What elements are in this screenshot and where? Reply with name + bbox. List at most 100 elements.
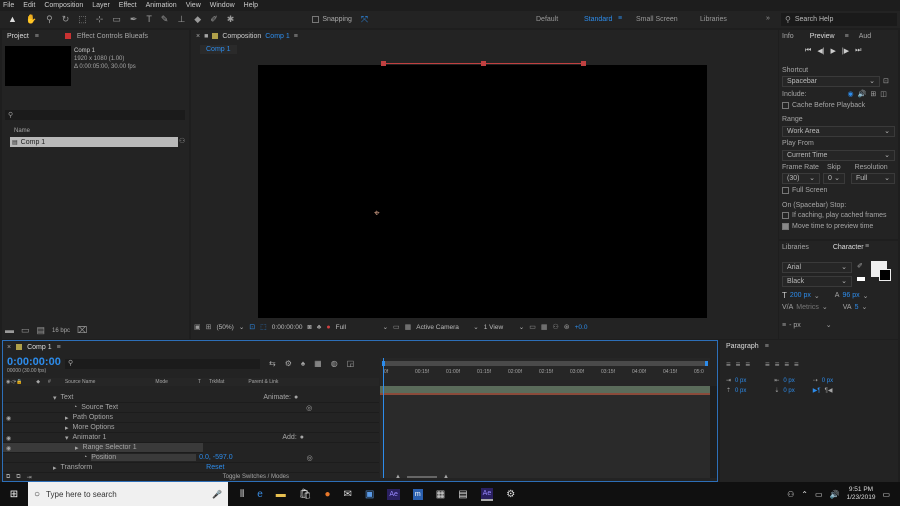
microphone-icon[interactable]: 🎤 xyxy=(212,490,222,499)
prev-frame-icon[interactable]: ◀| xyxy=(817,47,824,55)
row-twirl-icon[interactable]: ▸ xyxy=(53,464,57,472)
menu-layer[interactable]: Layer xyxy=(92,2,110,9)
include-audio-icon[interactable]: 🔊 xyxy=(858,90,867,98)
clone-stamp-tool-icon[interactable]: ⊥ xyxy=(177,15,185,24)
resolution-select[interactable]: Full xyxy=(336,324,378,331)
move-time-row[interactable]: Move time to preview time xyxy=(782,223,873,230)
col-parent[interactable]: Parent & Link xyxy=(248,379,278,385)
roto-brush-tool-icon[interactable]: ✐ xyxy=(210,15,218,24)
workspace-standard[interactable]: Standard xyxy=(584,16,612,23)
timeline-close-icon[interactable]: × xyxy=(7,344,11,351)
camera-tool-icon[interactable]: ⬚ xyxy=(78,15,87,24)
track-area[interactable] xyxy=(380,358,710,478)
trash-icon[interactable]: ⌧ xyxy=(77,326,87,335)
graph-editor-icon[interactable]: ◲ xyxy=(347,359,355,368)
stopwatch-icon[interactable]: ◔ xyxy=(73,404,77,411)
indent-first-value[interactable]: 0 px xyxy=(822,376,833,386)
rectangle-tool-icon[interactable]: ▭ xyxy=(112,15,121,24)
transparency-grid-icon[interactable]: ⬚ xyxy=(260,324,267,331)
motion-blur-icon[interactable]: ◍ xyxy=(331,359,338,368)
cache-checkbox[interactable] xyxy=(782,102,789,109)
workspace-default[interactable]: Default xyxy=(536,16,558,23)
preview-menu-icon[interactable]: ≡ xyxy=(845,33,849,40)
tab-character[interactable]: Character xyxy=(833,244,864,251)
space-before-value[interactable]: 0 px xyxy=(735,386,746,396)
notifications-icon[interactable]: ▭ xyxy=(882,490,890,499)
clock[interactable]: 9:51 PM 1/23/2019 xyxy=(847,486,876,502)
tab-paragraph[interactable]: Paragraph xyxy=(726,343,759,350)
framerate-select[interactable]: (30) ⌄ xyxy=(782,173,820,184)
timeline-menu-icon[interactable]: ≡ xyxy=(57,344,61,351)
project-item-comp1[interactable]: ▤ Comp 1 xyxy=(10,137,178,147)
zoom-in-mountain-icon[interactable]: ▲ xyxy=(443,474,449,480)
tab-composition[interactable]: Composition xyxy=(222,33,261,40)
kerning-chevron-icon[interactable]: ⌄ xyxy=(822,303,828,311)
move-time-checkbox[interactable] xyxy=(782,223,789,230)
justify-left-icon[interactable]: ≡ xyxy=(765,360,770,369)
comp-subtab[interactable]: Comp 1 xyxy=(200,45,237,54)
transform-reset[interactable]: Reset xyxy=(206,464,224,471)
zoom-level[interactable]: (50%) xyxy=(217,324,234,331)
visibility-eye-icon[interactable]: ◉ xyxy=(6,414,11,424)
align-left-icon[interactable]: ≡ xyxy=(726,360,731,369)
work-area-bar[interactable] xyxy=(382,361,708,366)
frame-blending-icon[interactable]: ▦ xyxy=(314,359,322,368)
skip-select[interactable]: 0 ⌄ xyxy=(823,173,845,184)
tab-audio[interactable]: Aud xyxy=(859,33,871,40)
leading-chevron-icon[interactable]: ⌄ xyxy=(863,292,869,300)
space-after-value[interactable]: 0 px xyxy=(783,386,794,396)
project-search[interactable]: ⚲ xyxy=(5,110,185,120)
tracking-value[interactable]: 5 xyxy=(855,304,859,311)
if-caching-checkbox[interactable] xyxy=(782,212,789,219)
tab-effect-controls[interactable]: Effect Controls Blueafs xyxy=(77,33,148,40)
visibility-eye-icon[interactable]: ◉ xyxy=(6,444,11,454)
baseline-value[interactable]: - px xyxy=(789,322,801,329)
interpret-footage-icon[interactable]: ▬ xyxy=(5,326,14,335)
layer-row-source-text[interactable]: ◔ Source Text ◎ xyxy=(3,403,379,413)
selection-tool-icon[interactable]: ▲ xyxy=(8,15,17,24)
tab-info[interactable]: Info xyxy=(782,33,794,40)
layer-switches-icon[interactable]: ⧉ xyxy=(6,474,10,481)
if-caching-row[interactable]: If caching, play cached frames xyxy=(782,212,887,219)
row-right[interactable]: Animate: xyxy=(263,394,291,401)
visibility-eye-icon[interactable]: ◉ xyxy=(6,434,11,444)
menu-file[interactable]: File xyxy=(3,2,14,9)
notepad-icon[interactable]: ▤ xyxy=(458,489,467,500)
font-family-select[interactable]: Arial ⌄ xyxy=(782,262,852,273)
always-preview-icon[interactable]: ▣ xyxy=(194,324,201,331)
windows-start-icon[interactable]: ⊞ xyxy=(0,489,28,500)
workspace-libraries[interactable]: Libraries xyxy=(700,16,727,23)
pickwhip-icon[interactable]: ◎ xyxy=(306,404,312,412)
taskbar-search[interactable]: ○ Type here to search 🎤 xyxy=(28,482,228,506)
firefox-icon[interactable]: ● xyxy=(324,489,330,500)
menu-edit[interactable]: Edit xyxy=(23,2,35,9)
menu-help[interactable]: Help xyxy=(244,2,258,9)
row-twirl-icon[interactable]: ▸ xyxy=(65,424,69,432)
new-comp-icon[interactable]: ▤ xyxy=(37,326,46,335)
exposure-value[interactable]: +0.0 xyxy=(575,324,588,331)
viewer-timecode[interactable]: 0:00:00:00 xyxy=(272,324,303,331)
timeline-search[interactable]: ⚲ xyxy=(65,359,260,369)
menu-view[interactable]: View xyxy=(186,2,201,9)
channel-icon[interactable]: ● xyxy=(326,324,330,331)
leading-value[interactable]: 96 px xyxy=(842,292,859,299)
search-help[interactable]: ⚲ Search Help xyxy=(781,13,897,26)
toggle-switches-modes[interactable]: Toggle Switches / Modes xyxy=(223,474,289,480)
align-center-icon[interactable]: ≡ xyxy=(736,360,741,369)
anchor-point-icon[interactable]: ⌖ xyxy=(374,208,380,219)
baseline-chevron-icon[interactable]: ⌄ xyxy=(826,321,832,329)
comp-mini-flowchart-icon[interactable]: ⇆ xyxy=(269,359,276,368)
include-video-icon[interactable]: ◉ xyxy=(848,90,854,98)
fullscreen-row[interactable]: Full Screen xyxy=(782,187,827,194)
col-source-name[interactable]: Source Name xyxy=(65,379,96,385)
character-menu-icon[interactable]: ≡ xyxy=(865,243,869,250)
font-size-chevron-icon[interactable]: ⌄ xyxy=(814,292,820,300)
font-size-value[interactable]: 200 px xyxy=(790,292,811,299)
timeline-timecode[interactable]: 0:00:00:00 xyxy=(7,356,61,368)
flowchart-icon[interactable]: ⚇ xyxy=(179,138,185,145)
calculator-icon[interactable]: ▦ xyxy=(436,489,445,500)
position-value[interactable]: 0.0, -597.0 xyxy=(199,454,232,461)
workspace-small-screen[interactable]: Small Screen xyxy=(636,16,678,23)
row-twirl-icon[interactable]: ▾ xyxy=(65,434,69,442)
timeline-scrollbar[interactable] xyxy=(710,386,717,478)
